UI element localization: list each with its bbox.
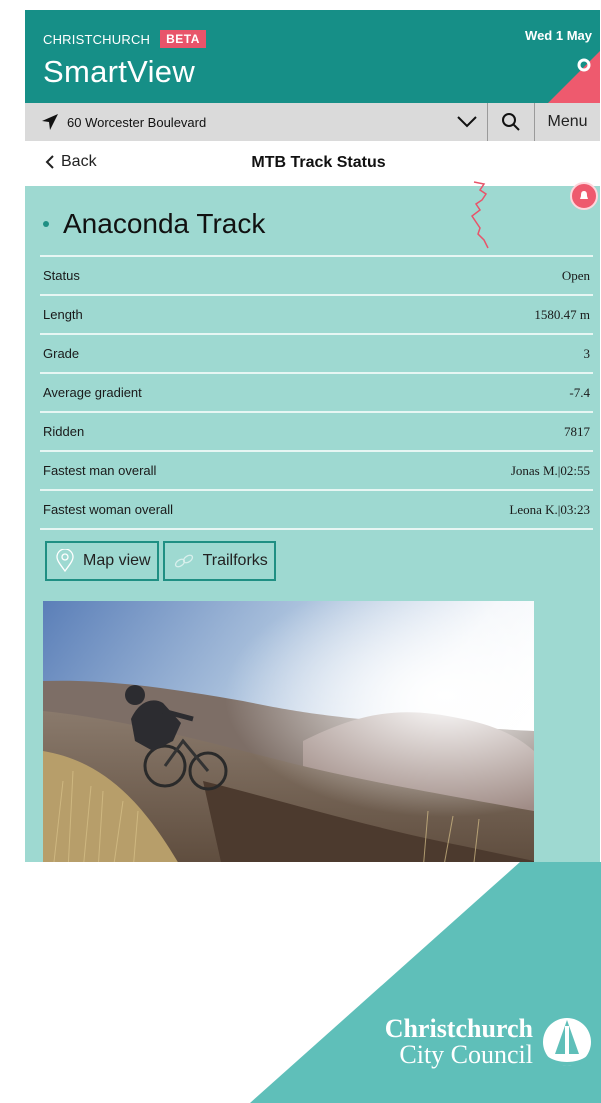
brand-city: CHRISTCHURCH [43, 31, 151, 47]
map-view-button[interactable]: Map view [45, 541, 159, 581]
detail-row-fastest-man: Fastest man overall Jonas M.|02:55 [40, 452, 593, 491]
page-title: MTB Track Status [251, 154, 386, 171]
track-route-icon [470, 181, 489, 249]
detail-value: Jonas M.|02:55 [510, 462, 590, 478]
detail-value: -7.4 [569, 384, 590, 400]
detail-label: Status [43, 268, 80, 283]
location-bar: 60 Worcester Boulevard Menu [25, 103, 600, 141]
location-arrow-icon [41, 113, 63, 131]
footer: Christchurch City Council [0, 862, 601, 1103]
detail-label: Ridden [43, 424, 85, 439]
track-panel: Anaconda Track Status Open Length 1580.4… [25, 181, 600, 871]
track-title: Anaconda Track [43, 208, 265, 240]
council-logo[interactable]: Christchurch City Council [385, 1014, 593, 1070]
menu-button[interactable]: Menu [535, 113, 600, 131]
detail-value: Open [561, 267, 590, 283]
notification-bell-icon[interactable] [570, 182, 598, 210]
header-search-icon[interactable] [576, 57, 594, 80]
detail-label: Fastest man overall [43, 463, 157, 478]
detail-row-ridden: Ridden 7817 [40, 413, 593, 452]
map-pin-icon [56, 549, 74, 573]
track-details: Status Open Length 1580.47 m Grade 3 Ave… [40, 255, 593, 530]
app-title[interactable]: SmartView [43, 54, 195, 90]
track-name: Anaconda Track [63, 208, 266, 239]
app-header: CHRISTCHURCH BETA SmartView Wed 1 May [25, 10, 600, 103]
search-icon[interactable] [488, 103, 535, 141]
council-emblem-icon [543, 1018, 591, 1066]
detail-label: Average gradient [43, 385, 142, 400]
app-root: CHRISTCHURCH BETA SmartView Wed 1 May 60… [25, 10, 600, 871]
trailforks-button[interactable]: Trailforks [162, 541, 276, 581]
detail-label: Length [43, 307, 83, 322]
logo-text: Christchurch City Council [385, 1016, 533, 1068]
chevron-down-icon[interactable] [447, 103, 488, 141]
trailforks-label: Trailforks [202, 552, 268, 569]
date-label: Wed 1 May [525, 28, 592, 43]
detail-row-average-gradient: Average gradient -7.4 [40, 374, 593, 413]
action-buttons: Map view Trailforks [45, 541, 276, 581]
nav-row: Back MTB Track Status [25, 141, 600, 186]
detail-value: Leona K.|03:23 [509, 501, 590, 517]
status-dot-icon [43, 221, 49, 227]
detail-row-length: Length 1580.47 m [40, 296, 593, 335]
detail-row-status: Status Open [40, 257, 593, 296]
track-photo [43, 601, 534, 871]
detail-row-grade: Grade 3 [40, 335, 593, 374]
link-icon [174, 554, 193, 568]
logo-line-1: Christchurch [384, 1014, 533, 1043]
brand-row: CHRISTCHURCH BETA [43, 30, 206, 48]
map-view-label: Map view [83, 552, 151, 569]
detail-row-fastest-woman: Fastest woman overall Leona K.|03:23 [40, 491, 593, 530]
beta-badge: BETA [160, 30, 206, 48]
logo-line-2: City Council [399, 1040, 533, 1069]
detail-value: 1580.47 m [534, 306, 590, 322]
detail-label: Grade [43, 346, 80, 361]
detail-label: Fastest woman overall [43, 502, 174, 517]
detail-value: 3 [583, 345, 591, 361]
detail-value: 7817 [564, 423, 590, 439]
location-address[interactable]: 60 Worcester Boulevard [67, 115, 447, 130]
